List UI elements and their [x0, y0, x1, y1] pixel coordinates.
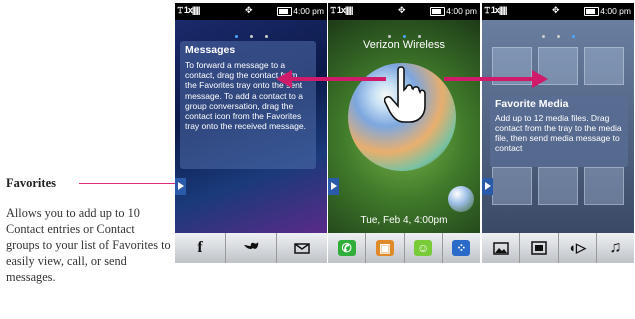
signal-icon: 𝚃 1x||||| — [330, 5, 353, 15]
status-time: 4:00 pm — [293, 6, 324, 16]
page-dot — [417, 35, 421, 38]
signal-icon: 𝚃 1x||||| — [177, 5, 200, 15]
facebook-icon[interactable]: f — [175, 233, 225, 263]
page-dot — [264, 35, 268, 38]
page-dot — [387, 35, 391, 38]
messages-info-box: Messages To forward a message to a conta… — [180, 41, 316, 169]
page-dot — [402, 35, 406, 38]
status-time: 4:00 pm — [446, 6, 477, 16]
messages-body: To forward a message to a contact, drag … — [185, 60, 306, 132]
apps-grid-icon[interactable]: ⁘ — [441, 233, 480, 263]
small-bubble-image — [448, 186, 474, 212]
music-note-icon[interactable]: ♫ — [595, 233, 634, 263]
status-bar: 𝚃 1x||||| ✥ 4:00 pm — [482, 3, 634, 20]
page-dot — [571, 35, 575, 38]
page-dot — [234, 35, 238, 38]
swipe-right-arrow — [444, 70, 548, 88]
page-dot — [249, 35, 253, 38]
picture-icon[interactable] — [482, 233, 519, 263]
signal-icon: 𝚃 1x||||| — [484, 5, 507, 15]
page-dot — [541, 35, 545, 38]
battery-icon — [277, 7, 292, 16]
date-time: Tue, Feb 4, 4:00pm — [360, 215, 448, 226]
favorite-media-title: Favorite Media — [495, 98, 569, 110]
phone-screen-media: 𝚃 1x||||| ✥ 4:00 pm Favorite Media Add u… — [482, 3, 634, 263]
ringtone-icon[interactable]: ◖▷ — [557, 233, 596, 263]
favorite-media-body: Add up to 12 media files. Drag contact f… — [495, 113, 622, 153]
page-indicator — [482, 25, 634, 43]
media-tile[interactable] — [492, 167, 532, 205]
contacts-icon[interactable]: ▣ — [365, 233, 403, 263]
swipe-left-arrow — [276, 70, 386, 88]
status-bar: 𝚃 1x||||| ✥ 4:00 pm — [328, 3, 480, 20]
status-bar: 𝚃 1x||||| ✥ 4:00 pm — [175, 3, 327, 20]
phone-screen-messages: 𝚃 1x||||| ✥ 4:00 pm Messages To forward … — [175, 3, 327, 263]
twitter-icon[interactable] — [225, 233, 276, 263]
battery-icon — [430, 7, 445, 16]
callout-description: Allows you to add up to 10 Contact entri… — [6, 206, 171, 284]
status-time: 4:00 pm — [600, 6, 631, 16]
favorites-tray-arrow[interactable] — [328, 178, 339, 195]
messages-title: Messages — [185, 44, 236, 56]
hand-pointer-icon — [384, 66, 426, 123]
favorite-media-info-box: Favorite Media Add up to 12 media files.… — [490, 95, 628, 167]
dock: ◖▷ ♫ — [482, 233, 634, 263]
media-tile[interactable] — [584, 47, 624, 85]
gps-icon: ✥ — [245, 5, 253, 15]
favorites-tray-arrow[interactable] — [482, 178, 493, 195]
page-dot — [556, 35, 560, 38]
dock: f — [175, 233, 327, 263]
dock: ✆ ▣ ☺ ⁘ — [328, 233, 480, 263]
phone-screen-home: 𝚃 1x||||| ✥ 4:00 pm Verizon Wireless Tue… — [328, 3, 480, 263]
carrier-name: Verizon Wireless — [363, 39, 445, 51]
gps-icon: ✥ — [398, 5, 406, 15]
envelope-icon[interactable] — [276, 233, 327, 263]
media-tile[interactable] — [538, 167, 578, 205]
messaging-icon[interactable]: ☺ — [403, 233, 442, 263]
favorites-tray-arrow[interactable] — [175, 178, 186, 195]
video-icon[interactable] — [519, 233, 557, 263]
phone-icon[interactable]: ✆ — [328, 233, 365, 263]
callout-leader-line — [79, 183, 175, 184]
battery-icon — [584, 7, 599, 16]
media-tile[interactable] — [584, 167, 624, 205]
gps-icon: ✥ — [552, 5, 560, 15]
